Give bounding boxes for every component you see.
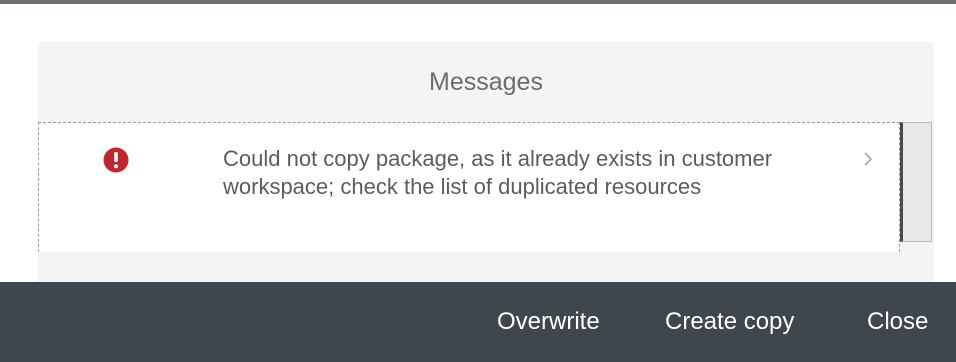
error-icon — [103, 147, 129, 173]
dialog-body: Messages Could not copy package, as it a… — [0, 4, 956, 282]
message-list: Could not copy package, as it already ex… — [38, 122, 900, 252]
close-button[interactable]: Close — [867, 308, 928, 336]
chevron-right-icon[interactable] — [861, 149, 875, 169]
messages-title: Messages — [429, 67, 543, 96]
dialog-footer: Overwrite Create copy Close — [0, 282, 956, 362]
create-copy-button[interactable]: Create copy — [665, 308, 794, 336]
messages-panel: Messages Could not copy package, as it a… — [38, 42, 934, 282]
message-item-error[interactable]: Could not copy package, as it already ex… — [39, 123, 899, 251]
message-text: Could not copy package, as it already ex… — [223, 146, 773, 199]
overwrite-button[interactable]: Overwrite — [497, 308, 600, 336]
message-list-scrollbar[interactable] — [900, 122, 932, 242]
